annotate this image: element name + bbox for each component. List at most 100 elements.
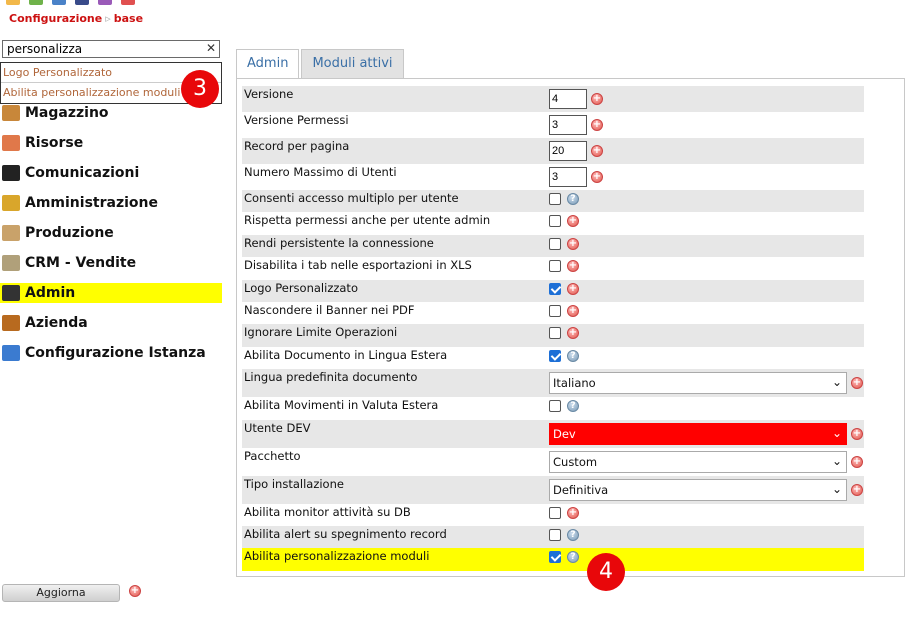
clear-icon[interactable]: ✕ [206,41,216,55]
setting-label: Versione [244,87,294,101]
breadcrumb: Configurazione ▹ base [9,12,143,25]
setting-label: Abilita alert su spegnimento record [244,526,447,541]
settings-row: Disabilita i tab nelle esportazioni in X… [242,257,864,280]
step-badge: 4 [587,553,625,591]
search-input[interactable] [2,40,220,58]
setting-label: Abilita personalizzazione moduli [244,549,430,564]
settings-row: Logo Personalizzato + [242,279,864,302]
sidebar-item-crm-vendite[interactable]: CRM - Vendite [0,248,222,278]
setting-label: Tipo installazione [244,476,344,491]
sidebar-item-amministrazione[interactable]: Amministrazione [0,188,222,218]
refresh-button[interactable]: Aggiorna [2,584,120,602]
add-icon[interactable]: + [851,377,863,390]
toolbar-icon[interactable] [52,0,67,5]
breadcrumb-current[interactable]: base [114,12,143,25]
number-field[interactable] [549,141,587,161]
add-icon[interactable]: + [851,427,863,440]
checkbox[interactable] [549,260,561,273]
blocks-icon [2,345,20,361]
sidebar-item-label: Azienda [25,315,88,331]
settings-row: Nascondere il Banner nei PDF + [242,301,864,325]
chevron-down-icon: ⌄ [831,425,842,440]
setting-label: Abilita monitor attività su DB [244,504,411,519]
setting-label: Pacchetto [244,448,301,463]
checkbox[interactable] [549,193,561,205]
settings-row: Numero Massimo di Utenti + [242,164,864,190]
settings-row: Consenti accesso multiplo per utente? [242,190,864,213]
checkbox[interactable] [549,282,561,295]
checkbox[interactable] [549,551,561,564]
select-value: Definitiva [553,482,609,497]
checkbox[interactable] [549,528,561,541]
number-field[interactable] [549,89,587,109]
settings-row: Abilita personalizzazione moduli? [242,548,864,571]
toolbar-icon[interactable] [121,0,136,5]
add-icon[interactable]: + [851,455,863,468]
select-dropdown[interactable]: Italiano ⌄ [549,372,847,395]
checkbox[interactable] [549,506,561,519]
select-dropdown[interactable]: Dev ⌄ [549,422,847,445]
setting-label: Consenti accesso multiplo per utente [244,191,459,205]
calendar-icon [2,135,20,151]
toolbar-icon[interactable] [29,0,44,5]
checkbox[interactable] [549,400,561,413]
sidebar-item-azienda[interactable]: Azienda [0,308,222,338]
setting-label: Rendi persistente la connessione [244,235,434,250]
chevron-down-icon: ⌄ [831,375,842,390]
warehouse-icon [2,105,20,121]
setting-label: Lingua predefinita documento [244,370,418,385]
toolbar-icon[interactable] [6,0,20,5]
checkbox[interactable] [549,304,561,317]
toolbar-icon[interactable] [75,0,90,5]
checkbox[interactable] [549,327,561,340]
settings-row: Versione + [242,86,864,112]
sidebar-item-comunicazioni[interactable]: Comunicazioni [0,158,222,188]
select-dropdown[interactable]: Custom ⌄ [549,450,847,473]
sidebar-item-label: CRM - Vendite [25,255,137,271]
add-icon[interactable]: + [567,282,579,295]
add-icon[interactable]: + [567,260,579,273]
add-icon[interactable]: + [591,93,603,105]
toolbar-icon[interactable] [98,0,113,5]
help-icon[interactable]: ? [567,551,579,564]
tab-moduli-attivi[interactable]: Moduli attivi [301,49,404,78]
help-icon[interactable]: ? [567,400,579,413]
breadcrumb-root[interactable]: Configurazione [9,12,102,25]
add-icon[interactable]: + [591,119,603,131]
help-icon[interactable]: ? [567,193,579,205]
help-icon[interactable]: ? [567,528,579,541]
sidebar-item-risorse[interactable]: Risorse [0,128,222,158]
add-icon[interactable]: + [567,304,579,317]
setting-label: Abilita Documento in Lingua Estera [244,347,448,362]
add-icon[interactable]: + [567,237,579,250]
settings-row: Lingua predefinita documento Italiano ⌄ + [242,369,864,398]
setting-label: Abilita Movimenti in Valuta Estera [244,398,439,413]
add-icon[interactable]: + [591,171,603,183]
add-icon[interactable]: + [129,585,141,597]
sidebar-item-label: Magazzino [25,105,109,121]
help-icon[interactable]: ? [567,349,579,362]
settings-row: Tipo installazione Definitiva ⌄ + [242,475,864,504]
checkbox[interactable] [549,237,561,250]
sidebar-item-configurazione-istanza[interactable]: Configurazione Istanza [0,338,222,368]
tab-admin[interactable]: Admin [236,49,300,78]
checkbox[interactable] [549,349,561,362]
checkbox[interactable] [549,215,561,228]
add-icon[interactable]: + [567,506,579,519]
add-icon[interactable]: + [591,145,603,157]
select-dropdown[interactable]: Definitiva ⌄ [549,478,847,501]
number-field[interactable] [549,167,587,187]
add-icon[interactable]: + [567,215,579,228]
setting-label: Numero Massimo di Utenti [244,165,397,179]
setting-label: Versione Permessi [244,113,349,127]
sidebar-item-produzione[interactable]: Produzione [0,218,222,248]
number-field[interactable] [549,115,587,135]
sidebar-item-admin[interactable]: Admin [0,283,222,303]
chevron-down-icon: ⌄ [831,481,842,496]
add-icon[interactable]: + [851,483,863,496]
add-icon[interactable]: + [567,327,579,340]
sidebar-item-label: Amministrazione [25,195,158,211]
settings-row: Abilita alert su spegnimento record? [242,525,864,549]
settings-row: Versione Permessi + [242,112,864,138]
settings-row: Pacchetto Custom ⌄ + [242,447,864,476]
